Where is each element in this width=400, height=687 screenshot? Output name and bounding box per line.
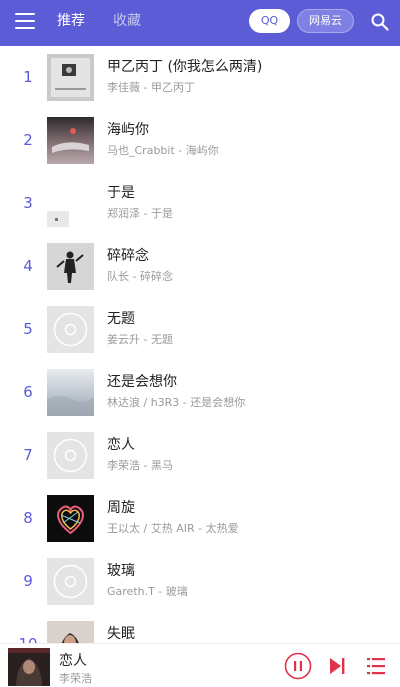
mini-player[interactable]: 恋人 李荣浩 — [0, 643, 400, 687]
song-row[interactable]: 10 失眠 — [0, 613, 400, 643]
song-artist-album: Gareth.T - 玻璃 — [107, 585, 188, 598]
song-index: 10 — [12, 635, 44, 643]
skip-next-icon[interactable] — [327, 655, 347, 677]
hamburger-menu-icon[interactable] — [15, 13, 35, 29]
tab-recommend[interactable]: 推荐 — [57, 12, 85, 30]
song-index: 5 — [23, 320, 33, 338]
song-row[interactable]: 5 无题 姜云升 - 无题 — [0, 298, 400, 361]
song-index: 2 — [23, 131, 33, 149]
song-artist-album: 王以太 / 艾热 AIR - 太热爱 — [107, 522, 239, 535]
song-row[interactable]: 7 恋人 李荣浩 - 黑马 — [0, 424, 400, 487]
song-artist-album: 马也_Crabbit - 海屿你 — [107, 144, 219, 157]
song-title: 海屿你 — [107, 122, 149, 138]
album-cover — [47, 54, 94, 101]
song-artist-album: 林达浪 / h3R3 - 还是会想你 — [107, 396, 246, 409]
song-title: 甲乙丙丁 (你我怎么两清) — [107, 59, 263, 75]
song-index: 6 — [23, 383, 33, 401]
song-index: 7 — [23, 446, 33, 464]
source-qq-button[interactable]: QQ — [249, 9, 290, 33]
album-cover — [47, 180, 94, 227]
song-row[interactable]: 1 甲乙丙丁 (你我怎么两清) 李佳薇 - 甲乙丙丁 — [0, 46, 400, 109]
default-disc-cover-icon — [47, 558, 94, 605]
song-index: 9 — [23, 572, 33, 590]
song-list[interactable]: 1 甲乙丙丁 (你我怎么两清) 李佳薇 - 甲乙丙丁 2 海屿你 马也_Crab… — [0, 46, 400, 643]
now-playing-title: 恋人 — [59, 653, 87, 669]
song-title: 失眠 — [107, 626, 135, 642]
song-title: 于是 — [107, 185, 135, 201]
album-cover — [47, 117, 94, 164]
now-playing-cover — [8, 648, 50, 686]
song-row[interactable]: 3 于是 郑润泽 - 于是 — [0, 172, 400, 235]
song-artist-album: 姜云升 - 无题 — [107, 333, 173, 346]
song-title: 恋人 — [107, 437, 135, 453]
now-playing-artist: 李荣浩 — [59, 672, 92, 685]
default-disc-cover-icon — [47, 306, 94, 353]
song-row[interactable]: 8 周旋 王以太 / 艾热 AIR - 太热爱 — [0, 487, 400, 550]
top-app-bar: 推荐 收藏 QQ 网易云 — [0, 0, 400, 46]
song-title: 碎碎念 — [107, 248, 149, 264]
song-title: 无题 — [107, 311, 135, 327]
pause-icon[interactable] — [284, 652, 312, 680]
playlist-icon[interactable] — [366, 656, 386, 676]
search-icon[interactable] — [370, 12, 390, 32]
song-row[interactable]: 6 还是会想你 林达浪 / h3R3 - 还是会想你 — [0, 361, 400, 424]
song-artist-album: 郑润泽 - 于是 — [107, 207, 173, 220]
song-title: 玻璃 — [107, 563, 135, 579]
song-index: 4 — [23, 257, 33, 275]
song-index: 3 — [23, 194, 33, 212]
song-index: 1 — [23, 68, 33, 86]
song-index: 8 — [23, 509, 33, 527]
song-row[interactable]: 9 玻璃 Gareth.T - 玻璃 — [0, 550, 400, 613]
album-cover — [47, 369, 94, 416]
source-netease-button[interactable]: 网易云 — [297, 9, 354, 33]
album-cover — [47, 621, 94, 643]
default-disc-cover-icon — [47, 432, 94, 479]
album-cover — [47, 495, 94, 542]
tab-favorites[interactable]: 收藏 — [113, 12, 141, 30]
album-cover — [47, 243, 94, 290]
song-artist-album: 队长 - 碎碎念 — [107, 270, 173, 283]
song-title: 周旋 — [107, 500, 135, 516]
song-artist-album: 李荣浩 - 黑马 — [107, 459, 173, 472]
song-row[interactable]: 4 碎碎念 队长 - 碎碎念 — [0, 235, 400, 298]
song-artist-album: 李佳薇 - 甲乙丙丁 — [107, 81, 195, 94]
song-title: 还是会想你 — [107, 374, 177, 390]
song-row[interactable]: 2 海屿你 马也_Crabbit - 海屿你 — [0, 109, 400, 172]
